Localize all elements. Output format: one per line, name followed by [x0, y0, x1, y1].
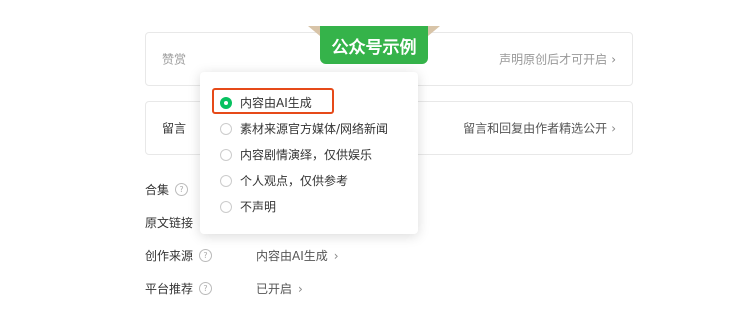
source-label: 创作来源: [145, 249, 194, 263]
option-label: 内容由AI生成: [240, 96, 312, 110]
chevron-right-icon: ›: [333, 248, 339, 263]
option-ai-generated[interactable]: 内容由AI生成: [220, 94, 312, 111]
option-official-media[interactable]: 素材来源官方媒体/网络新闻: [220, 120, 388, 137]
account-banner: 公众号示例: [308, 26, 440, 64]
option-label: 个人观点，仅供参考: [240, 174, 349, 188]
recommend-row: 平台推荐 ?: [145, 280, 213, 297]
comment-action-text: 留言和回复由作者精选公开: [463, 121, 608, 136]
source-value[interactable]: 内容由AI生成 ›: [256, 247, 339, 264]
option-fiction[interactable]: 内容剧情演绎，仅供娱乐: [220, 146, 372, 163]
reward-label: 赞赏: [162, 52, 187, 67]
option-no-declaration[interactable]: 不声明: [220, 198, 276, 215]
option-label: 内容剧情演绎，仅供娱乐: [240, 148, 373, 162]
banner-text: 公众号示例: [320, 26, 428, 64]
recommend-label: 平台推荐: [145, 282, 194, 296]
question-circle-icon[interactable]: ?: [199, 282, 213, 295]
question-circle-icon[interactable]: ?: [199, 249, 213, 262]
chevron-right-icon: ›: [298, 281, 303, 296]
radio-unselected[interactable]: [220, 174, 232, 187]
question-circle-icon[interactable]: ?: [175, 183, 189, 196]
original-link-row: 原文链接: [145, 214, 193, 231]
chevron-right-icon: ›: [611, 121, 616, 135]
recommend-value-text: 已开启: [256, 282, 293, 296]
collection-label: 合集: [145, 183, 170, 197]
original-link-label: 原文链接: [145, 216, 194, 230]
banner-ribbon-left: [308, 26, 320, 36]
radio-unselected[interactable]: [220, 148, 232, 161]
reward-action[interactable]: 声明原创后才可开启 ›: [499, 51, 616, 68]
recommend-value[interactable]: 已开启 ›: [256, 280, 303, 297]
option-personal-opinion[interactable]: 个人观点，仅供参考: [220, 172, 348, 189]
option-label: 素材来源官方媒体/网络新闻: [240, 122, 389, 136]
source-row: 创作来源 ?: [145, 247, 213, 264]
banner-ribbon-right: [428, 26, 440, 36]
chevron-right-icon: ›: [611, 52, 616, 66]
reward-action-text: 声明原创后才可开启: [499, 52, 608, 67]
radio-unselected[interactable]: [220, 122, 232, 135]
source-declaration-popup: 内容由AI生成 素材来源官方媒体/网络新闻 内容剧情演绎，仅供娱乐 个人观点，仅…: [200, 72, 418, 234]
source-value-text: 内容由AI生成: [256, 249, 328, 263]
collection-row: 合集 ?: [145, 181, 189, 198]
comment-action[interactable]: 留言和回复由作者精选公开 ›: [463, 120, 616, 137]
option-label: 不声明: [240, 200, 277, 214]
radio-unselected[interactable]: [220, 200, 232, 213]
radio-selected[interactable]: [220, 96, 232, 109]
comment-label: 留言: [162, 121, 187, 136]
